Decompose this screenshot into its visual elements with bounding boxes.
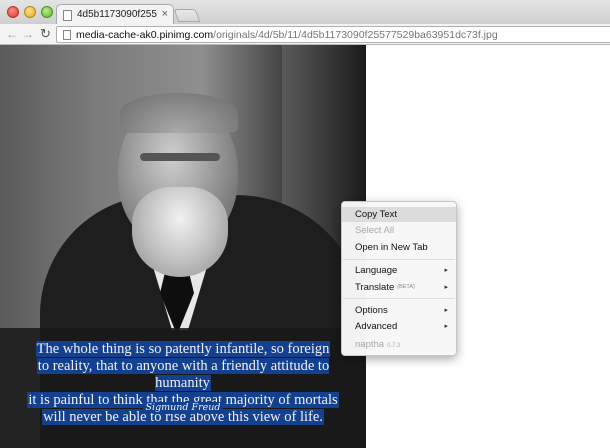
attribution-text: Sigmund Freud [142,402,224,413]
menu-item-label: Select All [355,225,395,236]
menu-item-label: Language [355,265,398,276]
menu-item-label: Advanced [355,321,398,332]
menu-item-naptha: naptha 0.7.3 [342,337,456,352]
page-icon [63,30,71,40]
menu-item-label: Open in New Tab [355,242,428,253]
beta-badge: (BETA) [397,284,415,290]
quote-attribution[interactable]: Sigmund Freud [0,402,366,413]
menu-item-label: Options [355,305,388,316]
submenu-arrow-icon: ▸ [444,323,448,330]
browser-tab[interactable]: 4d5b1173090f25577529b × [56,4,174,25]
quote-line: to reality, that to anyone with a friend… [36,358,330,391]
page-icon [63,10,72,21]
menu-item-label: Translate [355,282,395,294]
menu-item-label: naptha [355,339,385,350]
submenu-arrow-icon: ▸ [444,267,448,274]
forward-arrow-icon[interactable]: → [22,27,34,41]
menu-item-copy-text[interactable]: Copy Text [342,207,456,222]
reload-icon[interactable]: ↻ [40,27,51,41]
menu-separator [343,259,455,260]
portrait-photo: The whole thing is so patently infantile… [0,45,366,448]
quote-text[interactable]: The whole thing is so patently infantile… [8,341,358,426]
page-viewport: The whole thing is so patently infantile… [0,45,610,448]
menu-item-label: Copy Text [355,209,398,220]
menu-item-open-new-tab[interactable]: Open in New Tab [342,240,456,255]
url-path: /originals/4d/5b/11/4d5b1173090f25577529… [213,29,498,41]
submenu-arrow-icon: ▸ [444,307,448,314]
photo-hair [120,93,238,133]
browser-titlebar: 4d5b1173090f25577529b × [0,0,610,25]
photo-beard [132,187,228,277]
back-arrow-icon[interactable]: ← [6,27,18,41]
photo-brow [140,153,220,161]
menu-item-select-all: Select All [342,223,456,238]
address-bar[interactable]: media-cache-ak0.pinimg.com/originals/4d/… [56,26,610,43]
tab-close-icon[interactable]: × [162,8,168,20]
close-window-button[interactable] [7,6,19,18]
submenu-arrow-icon: ▸ [444,284,448,291]
menu-item-translate[interactable]: Translate (BETA) ▸ [342,280,456,295]
url-domain: media-cache-ak0.pinimg.com [76,29,214,41]
version-label: 0.7.3 [387,343,401,349]
menu-separator [343,298,455,299]
context-menu: Copy Text Select All Open in New Tab Lan… [341,201,457,356]
zoom-window-button[interactable] [41,6,53,18]
minimize-window-button[interactable] [24,6,36,18]
quote-line: The whole thing is so patently infantile… [35,341,331,357]
menu-item-advanced[interactable]: Advanced ▸ [342,319,456,334]
menu-item-options[interactable]: Options ▸ [342,303,456,318]
browser-toolbar: ← → ↻ media-cache-ak0.pinimg.com/origina… [0,24,610,45]
menu-item-language[interactable]: Language ▸ [342,263,456,278]
new-tab-button[interactable] [173,9,201,22]
address-url: media-cache-ak0.pinimg.com/originals/4d/… [76,29,498,42]
tab-title: 4d5b1173090f25577529b [77,9,157,20]
